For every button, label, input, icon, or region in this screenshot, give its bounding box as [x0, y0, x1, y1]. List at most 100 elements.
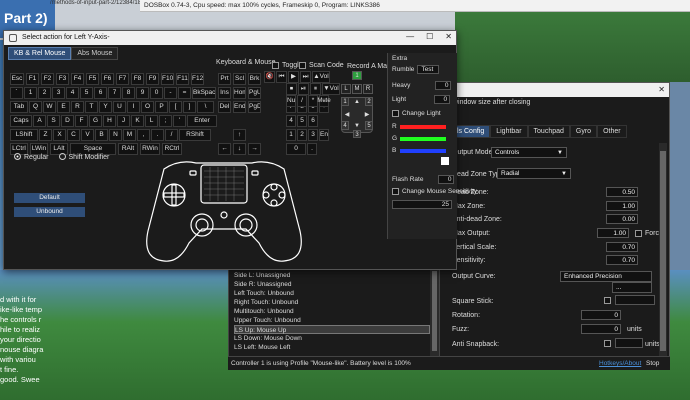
rotation-input[interactable]: 0 [581, 310, 621, 320]
left-click-button[interactable]: L [341, 84, 351, 94]
key[interactable]: F4 [71, 73, 84, 85]
anti-snapback-checkbox[interactable] [604, 340, 611, 347]
key[interactable]: 5 [80, 87, 93, 99]
key[interactable]: 2 [38, 87, 51, 99]
list-item[interactable]: Left Touch: Unbound [234, 289, 430, 298]
output-curve-select[interactable]: Enhanced Precision [560, 271, 652, 282]
key[interactable]: V [81, 129, 94, 141]
key[interactable]: PgU [248, 87, 261, 99]
change-light-row[interactable]: Change Light [392, 110, 441, 117]
change-mouse-checkbox[interactable] [392, 188, 399, 195]
key[interactable]: [ [169, 101, 182, 113]
key[interactable]: ⏮ [276, 71, 287, 83]
key[interactable]: ] [183, 101, 196, 113]
key[interactable]: H [103, 115, 116, 127]
key[interactable]: F3 [56, 73, 69, 85]
dead-zone-input[interactable]: 0.50 [606, 187, 638, 197]
key[interactable]: End [233, 101, 246, 113]
key[interactable]: D [61, 115, 74, 127]
key[interactable]: C [67, 129, 80, 141]
key[interactable]: Caps [10, 115, 32, 127]
key[interactable]: L [145, 115, 158, 127]
anti-dead-zone-input[interactable]: 0.00 [606, 214, 638, 224]
rgb-slider[interactable] [400, 125, 446, 129]
key[interactable]: 0 [150, 87, 163, 99]
key[interactable]: 4 [66, 87, 79, 99]
close-icon[interactable]: ✕ [445, 32, 452, 41]
sensitivity-input[interactable]: 0.70 [606, 255, 638, 265]
key[interactable]: Hom [233, 87, 246, 99]
key[interactable]: F2 [41, 73, 54, 85]
key[interactable]: ⏯ [298, 83, 309, 95]
list-item[interactable]: Side L: Unassigned [234, 271, 430, 280]
shift-modifier-radio[interactable]: Shift Modifier [58, 153, 109, 161]
max-output-input[interactable]: 1.00 [597, 228, 629, 238]
key[interactable]: RShift [179, 129, 211, 141]
key[interactable]: ▶ [288, 71, 299, 83]
mute-label[interactable]: Mute [316, 97, 332, 106]
key[interactable]: 5 [297, 115, 307, 127]
key[interactable]: Prt [218, 73, 231, 85]
tab-lightbar[interactable]: Lightbar [490, 125, 528, 138]
tab-kb-rel-mouse[interactable]: KB & Rel Mouse [8, 47, 72, 60]
mouse-left-arrow[interactable]: ◀ [343, 111, 351, 119]
change-mouse-row[interactable]: Change Mouse Sensitivity [392, 188, 477, 195]
key[interactable]: X [53, 129, 66, 141]
key[interactable]: , [137, 129, 150, 141]
key[interactable]: 6 [94, 87, 107, 99]
tab-gyro[interactable]: Gyro [569, 125, 598, 138]
key[interactable]: ⏹ [286, 83, 297, 95]
flash-rate-input[interactable]: 0 [438, 175, 455, 184]
key[interactable]: 7 [108, 87, 121, 99]
anti-snapback-input[interactable] [615, 338, 643, 348]
test-button[interactable]: Test [417, 65, 440, 74]
tab-abs-mouse[interactable]: Abs Mouse [71, 47, 119, 60]
key[interactable]: F5 [86, 73, 99, 85]
change-light-checkbox[interactable] [392, 110, 399, 117]
key[interactable]: Del [218, 101, 231, 113]
heavy-input[interactable]: 0 [435, 81, 452, 90]
regular-radio[interactable]: Regular [14, 153, 49, 161]
key[interactable]: ⏸ [310, 83, 321, 95]
key[interactable]: Ins [218, 87, 231, 99]
mouse-button-3[interactable]: 3 [353, 130, 361, 138]
key[interactable]: LShift [10, 129, 38, 141]
maximize-icon[interactable]: ☐ [426, 32, 433, 41]
mouse-button-2[interactable]: 2 [365, 97, 373, 106]
key[interactable]: F10 [161, 73, 174, 85]
key[interactable]: PgD [248, 101, 261, 113]
key[interactable]: 6 [308, 115, 318, 127]
key[interactable]: U [113, 101, 126, 113]
key[interactable]: Enter [319, 129, 329, 141]
key[interactable]: F1 [26, 73, 39, 85]
key[interactable]: Q [29, 101, 42, 113]
square-stick-checkbox[interactable] [604, 297, 611, 304]
scan-code-checkbox[interactable] [299, 62, 306, 69]
key[interactable]: F12 [191, 73, 204, 85]
light-input[interactable]: 0 [434, 95, 451, 104]
key[interactable]: G [89, 115, 102, 127]
key[interactable]: I [127, 101, 140, 113]
rgb-slider[interactable] [400, 137, 446, 141]
scroll-up-button[interactable]: 1 [352, 71, 362, 80]
key[interactable]: Y [99, 101, 112, 113]
key[interactable]: R [71, 101, 84, 113]
key[interactable]: 1 [24, 87, 37, 99]
key[interactable]: F7 [116, 73, 129, 85]
tab-other[interactable]: Other [597, 125, 627, 138]
dead-zone-type-select[interactable]: Radial ▼ [497, 168, 571, 179]
key[interactable]: ⏭ [300, 71, 311, 83]
list-item[interactable]: Upper Touch: Unbound [234, 316, 430, 325]
key[interactable]: ↑ [233, 129, 246, 141]
key[interactable]: J [117, 115, 130, 127]
radio-icon[interactable] [58, 153, 66, 160]
stop-button[interactable]: Stop [646, 360, 659, 367]
output-curve-more[interactable]: ... [612, 282, 652, 293]
mouse-sensitivity-input[interactable]: 25 [392, 200, 452, 209]
key[interactable]: Brk [248, 73, 261, 85]
key[interactable]: W [43, 101, 56, 113]
key[interactable]: . [151, 129, 164, 141]
list-item[interactable]: LS Down: Mouse Down [234, 334, 430, 343]
mouse-up-arrow[interactable]: ▲ [353, 98, 361, 106]
key[interactable]: S [47, 115, 60, 127]
